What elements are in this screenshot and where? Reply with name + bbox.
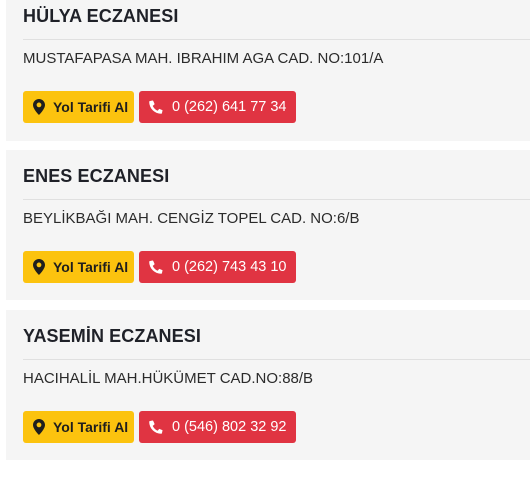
directions-label: Yol Tarifi Al [53,259,129,275]
divider [23,39,530,40]
phone-icon [149,99,163,115]
phone-number: 0 (262) 641 77 34 [172,99,287,115]
directions-button[interactable]: Yol Tarifi Al [23,411,134,443]
directions-button[interactable]: Yol Tarifi Al [23,251,134,283]
divider [23,359,530,360]
pharmacy-address: HACIHALİL MAH.HÜKÜMET CAD.NO:88/B [23,370,314,387]
pharmacy-card: HÜLYA ECZANESI MUSTAFAPASA MAH. IBRAHIM … [6,0,530,141]
phone-icon [149,419,163,435]
pharmacy-address: MUSTAFAPASA MAH. IBRAHIM AGA CAD. NO:101… [23,50,384,67]
map-pin-icon [32,259,46,275]
pharmacy-address: BEYLİKBAĞI MAH. CENGİZ TOPEL CAD. NO:6/B [23,210,360,227]
call-button[interactable]: 0 (262) 641 77 34 [139,91,297,123]
pharmacy-card: ENES ECZANESI BEYLİKBAĞI MAH. CENGİZ TOP… [6,150,530,300]
pharmacy-card: YASEMİN ECZANESI HACIHALİL MAH.HÜKÜMET C… [6,310,530,460]
pharmacy-name: ENES ECZANESI [23,166,170,186]
map-pin-icon [32,419,46,435]
phone-number: 0 (546) 802 32 92 [172,419,287,435]
directions-button[interactable]: Yol Tarifi Al [23,91,134,123]
phone-number: 0 (262) 743 43 10 [172,259,287,275]
pharmacy-name: YASEMİN ECZANESI [23,326,201,346]
directions-label: Yol Tarifi Al [53,99,129,115]
call-button[interactable]: 0 (262) 743 43 10 [139,251,297,283]
call-button[interactable]: 0 (546) 802 32 92 [139,411,297,443]
divider [23,199,530,200]
pharmacy-name: HÜLYA ECZANESI [23,6,179,26]
phone-icon [149,259,163,275]
map-pin-icon [32,99,46,115]
directions-label: Yol Tarifi Al [53,419,129,435]
